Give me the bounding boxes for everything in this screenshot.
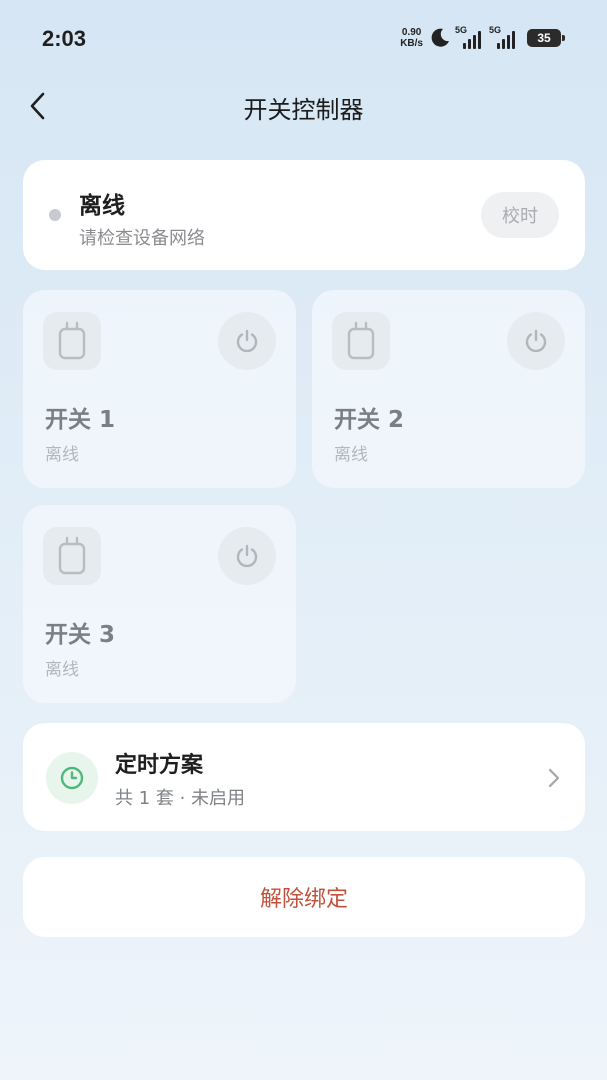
power-icon bbox=[236, 329, 258, 353]
network-speed-value: 0.90 bbox=[401, 27, 422, 38]
timer-schedule-card[interactable]: 定时方案 共 1 套 · 未启用 bbox=[23, 723, 585, 831]
signal-icon-2: 5G bbox=[489, 25, 519, 51]
unbind-label: 解除绑定 bbox=[259, 887, 348, 912]
timer-subtitle: 共 1 套 · 未启用 bbox=[115, 788, 246, 809]
page-title: 开关控制器 bbox=[243, 96, 364, 124]
network-speed-unit: KB/s bbox=[400, 38, 423, 49]
timer-title: 定时方案 bbox=[115, 753, 204, 778]
switch-state: 离线 bbox=[45, 445, 79, 465]
switch-device-icon bbox=[332, 312, 390, 370]
battery-level: 35 bbox=[537, 31, 551, 45]
battery-icon: 35 bbox=[527, 29, 565, 47]
power-icon bbox=[236, 544, 258, 568]
header: 开关控制器 bbox=[0, 78, 607, 134]
switch-card-2[interactable]: 开关 2 离线 bbox=[312, 290, 585, 488]
status-bar: 2:03 0.90 KB/s 5G 5G 35 bbox=[0, 0, 607, 78]
switch-name: 开关 2 bbox=[334, 407, 405, 433]
power-button[interactable] bbox=[218, 312, 276, 370]
chevron-right-icon bbox=[548, 768, 560, 788]
offline-status-dot bbox=[49, 209, 61, 221]
status-icons: 0.90 KB/s 5G 5G 35 bbox=[400, 22, 565, 54]
switch-card-3[interactable]: 开关 3 离线 bbox=[23, 505, 296, 703]
switch-state: 离线 bbox=[334, 445, 368, 465]
device-status-title: 离线 bbox=[79, 193, 125, 219]
power-icon bbox=[525, 329, 547, 353]
switch-name: 开关 3 bbox=[45, 622, 116, 648]
switch-device-icon bbox=[43, 312, 101, 370]
clock-icon bbox=[46, 752, 98, 804]
device-status-card: 离线 请检查设备网络 校时 bbox=[23, 160, 585, 270]
device-status-subtitle: 请检查设备网络 bbox=[79, 228, 205, 249]
switch-card-1[interactable]: 开关 1 离线 bbox=[23, 290, 296, 488]
signal-icon-1: 5G bbox=[455, 25, 485, 51]
sync-time-button[interactable]: 校时 bbox=[481, 192, 559, 238]
unbind-button[interactable]: 解除绑定 bbox=[23, 857, 585, 937]
switch-device-icon bbox=[43, 527, 101, 585]
status-time: 2:03 bbox=[42, 26, 87, 51]
network-speed: 0.90 KB/s bbox=[400, 27, 423, 49]
switch-name: 开关 1 bbox=[45, 407, 116, 433]
switch-state: 离线 bbox=[45, 660, 79, 680]
moon-icon bbox=[431, 28, 449, 47]
power-button[interactable] bbox=[218, 527, 276, 585]
power-button[interactable] bbox=[507, 312, 565, 370]
